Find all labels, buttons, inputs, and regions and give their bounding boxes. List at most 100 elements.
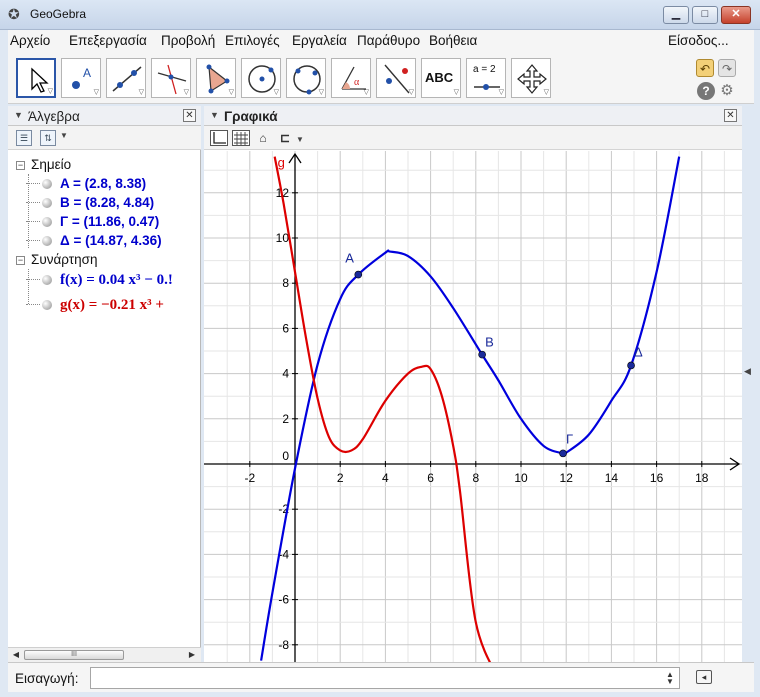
point-capturing-icon[interactable]: ⊏ [276, 130, 294, 146]
function-g-label: g [278, 155, 285, 170]
polygon-tool-button[interactable]: ▽ [196, 58, 236, 98]
tool-menu-arrow-icon: ▽ [93, 89, 99, 96]
svg-text:α: α [354, 77, 360, 88]
tool-menu-arrow-icon: ▽ [138, 89, 144, 96]
undo-icon[interactable]: ↶ [696, 59, 714, 77]
toggle-axes-icon[interactable] [210, 130, 228, 146]
point-tool-button[interactable]: A ▽ [61, 58, 101, 98]
tool-menu-arrow-icon: ▽ [363, 89, 369, 96]
menu-window[interactable]: Παράθυρο [357, 33, 420, 48]
y-tick-label: -8 [278, 638, 289, 652]
panel-menu-arrow-icon[interactable]: ▼ [14, 110, 23, 120]
slider-tool-button[interactable]: a = 2 ▽ [466, 58, 506, 98]
algebra-item-point-b[interactable]: B = (8.28, 4.84) [26, 195, 154, 210]
point-label: Δ [634, 344, 643, 359]
algebra-item-function-f[interactable]: f(x) = 0.04 x³ − 0.! [26, 272, 173, 289]
close-button[interactable]: ✕ [721, 6, 751, 24]
algebra-close-button[interactable]: ✕ [183, 109, 196, 122]
point-b-text: B = (8.28, 4.84) [60, 195, 155, 210]
redo-icon[interactable]: ↷ [718, 59, 736, 77]
visibility-toggle-icon[interactable] [42, 300, 52, 310]
x-tick-label: 14 [605, 471, 619, 485]
geogebra-logo-icon: ✪ [8, 6, 20, 22]
input-bar: Εισαγωγή: ▲ ▼ ◂ [8, 662, 754, 692]
y-tick-label: 10 [276, 231, 290, 245]
menu-edit[interactable]: Επεξεργασία [69, 33, 147, 48]
y-tick-label: 6 [282, 321, 289, 335]
virtual-keyboard-icon[interactable]: ◂ [696, 670, 712, 684]
scroll-right-icon[interactable]: ▶ [185, 649, 199, 661]
tool-menu-arrow-icon: ▽ [47, 88, 53, 95]
menu-options[interactable]: Επιλογές [225, 33, 280, 48]
point-1[interactable] [478, 350, 486, 359]
x-tick-label: 16 [650, 471, 664, 485]
algebra-item-point-a[interactable]: A = (2.8, 8.38) [26, 176, 146, 191]
point-label: B [485, 335, 494, 350]
reflect-tool-button[interactable]: ▽ [376, 58, 416, 98]
y-tick-label: -6 [278, 593, 289, 607]
toolbar: ▽ A ▽ ▽ ▽ ▽ ▽ ▽ α ▽ ▽ ABC ▽ a = 2 ▽ ▽ ↶ … [8, 52, 754, 104]
minimize-button[interactable]: ▁ [663, 6, 689, 24]
tool-menu-arrow-icon: ▽ [318, 89, 324, 96]
tool-menu-arrow-icon: ▽ [273, 89, 279, 96]
category-function[interactable]: − Συνάρτηση [16, 252, 97, 267]
point-0[interactable] [354, 270, 363, 279]
graphics-canvas[interactable]: -2 2 4 6 8 10 12 14 16 1812108642-2-4-6-80gABΓΔ [204, 151, 742, 662]
graphics-close-button[interactable]: ✕ [724, 109, 737, 122]
text-tool-button[interactable]: ABC ▽ [421, 58, 461, 98]
algebra-horizontal-scrollbar[interactable]: ◀ III ▶ [8, 647, 201, 662]
collapse-side-panel-icon[interactable]: ◀ [744, 366, 751, 377]
input-field[interactable] [90, 667, 680, 689]
circle-tool-button[interactable]: ▽ [241, 58, 281, 98]
x-tick-label: 18 [695, 471, 709, 485]
x-tick-label: 10 [514, 471, 528, 485]
x-tick-label: 12 [560, 471, 574, 485]
algebra-title: Άλγεβρα [28, 109, 80, 124]
collapse-icon[interactable]: − [16, 161, 25, 170]
visibility-toggle-icon[interactable] [42, 236, 52, 246]
signin-link[interactable]: Είσοδος... [668, 33, 729, 48]
auxiliary-objects-icon[interactable]: ☰ [16, 130, 32, 146]
collapse-icon[interactable]: − [16, 256, 25, 265]
scrollbar-thumb[interactable]: III [24, 650, 124, 660]
graphics-view: ▼ Γραφικά ✕ ⌂ ⊏ ▼ -2 2 4 6 8 10 12 14 16 18 12 10 8 6… [204, 106, 742, 662]
point-2[interactable] [559, 449, 567, 458]
y-tick-label: 8 [282, 276, 289, 290]
category-point[interactable]: − Σημείο [16, 157, 71, 172]
menu-tools[interactable]: Εργαλεία [292, 33, 347, 48]
menu-view[interactable]: Προβολή [161, 33, 215, 48]
visibility-toggle-icon[interactable] [42, 198, 52, 208]
menu-file[interactable]: Αρχείο [10, 33, 50, 48]
algebra-item-function-g[interactable]: g(x) = −0.21 x³ + [26, 297, 164, 314]
angle-tool-button[interactable]: α ▽ [331, 58, 371, 98]
line-tool-button[interactable]: ▽ [106, 58, 146, 98]
help-icon[interactable]: ? [697, 82, 715, 100]
maximize-button[interactable]: □ [692, 6, 718, 24]
input-history-spinner-icon[interactable]: ▲ ▼ [666, 671, 674, 686]
visibility-toggle-icon[interactable] [42, 275, 52, 285]
function-g-expression: = −0.21 x³ + [88, 297, 164, 313]
function-f-expression: = 0.04 x³ − 0.! [86, 272, 173, 288]
dropdown-arrow-icon[interactable]: ▼ [296, 135, 304, 144]
x-tick-label: -2 [244, 471, 255, 485]
algebra-item-point-delta[interactable]: Δ = (14.87, 4.36) [26, 233, 162, 248]
tool-menu-arrow-icon: ▽ [498, 89, 504, 96]
panel-menu-arrow-icon[interactable]: ▼ [210, 110, 219, 120]
svg-text:A: A [83, 66, 91, 80]
x-tick-label: 4 [382, 471, 389, 485]
point-3[interactable] [627, 361, 635, 370]
conic-tool-button[interactable]: ▽ [286, 58, 326, 98]
visibility-toggle-icon[interactable] [42, 217, 52, 227]
scroll-left-icon[interactable]: ◀ [9, 649, 23, 661]
dropdown-arrow-icon[interactable]: ▼ [60, 131, 68, 140]
algebra-item-point-gamma[interactable]: Γ = (11.86, 0.47) [26, 214, 159, 229]
settings-gear-icon[interactable]: ⚙ [718, 82, 736, 100]
menu-help[interactable]: Βοήθεια [429, 33, 477, 48]
home-view-icon[interactable]: ⌂ [254, 130, 272, 146]
toggle-grid-icon[interactable] [232, 130, 250, 146]
move-tool-button[interactable]: ▽ [16, 58, 56, 98]
visibility-toggle-icon[interactable] [42, 179, 52, 189]
perpendicular-line-tool-button[interactable]: ▽ [151, 58, 191, 98]
move-view-tool-button[interactable]: ▽ [511, 58, 551, 98]
sort-objects-icon[interactable]: ⇅ [40, 130, 56, 146]
